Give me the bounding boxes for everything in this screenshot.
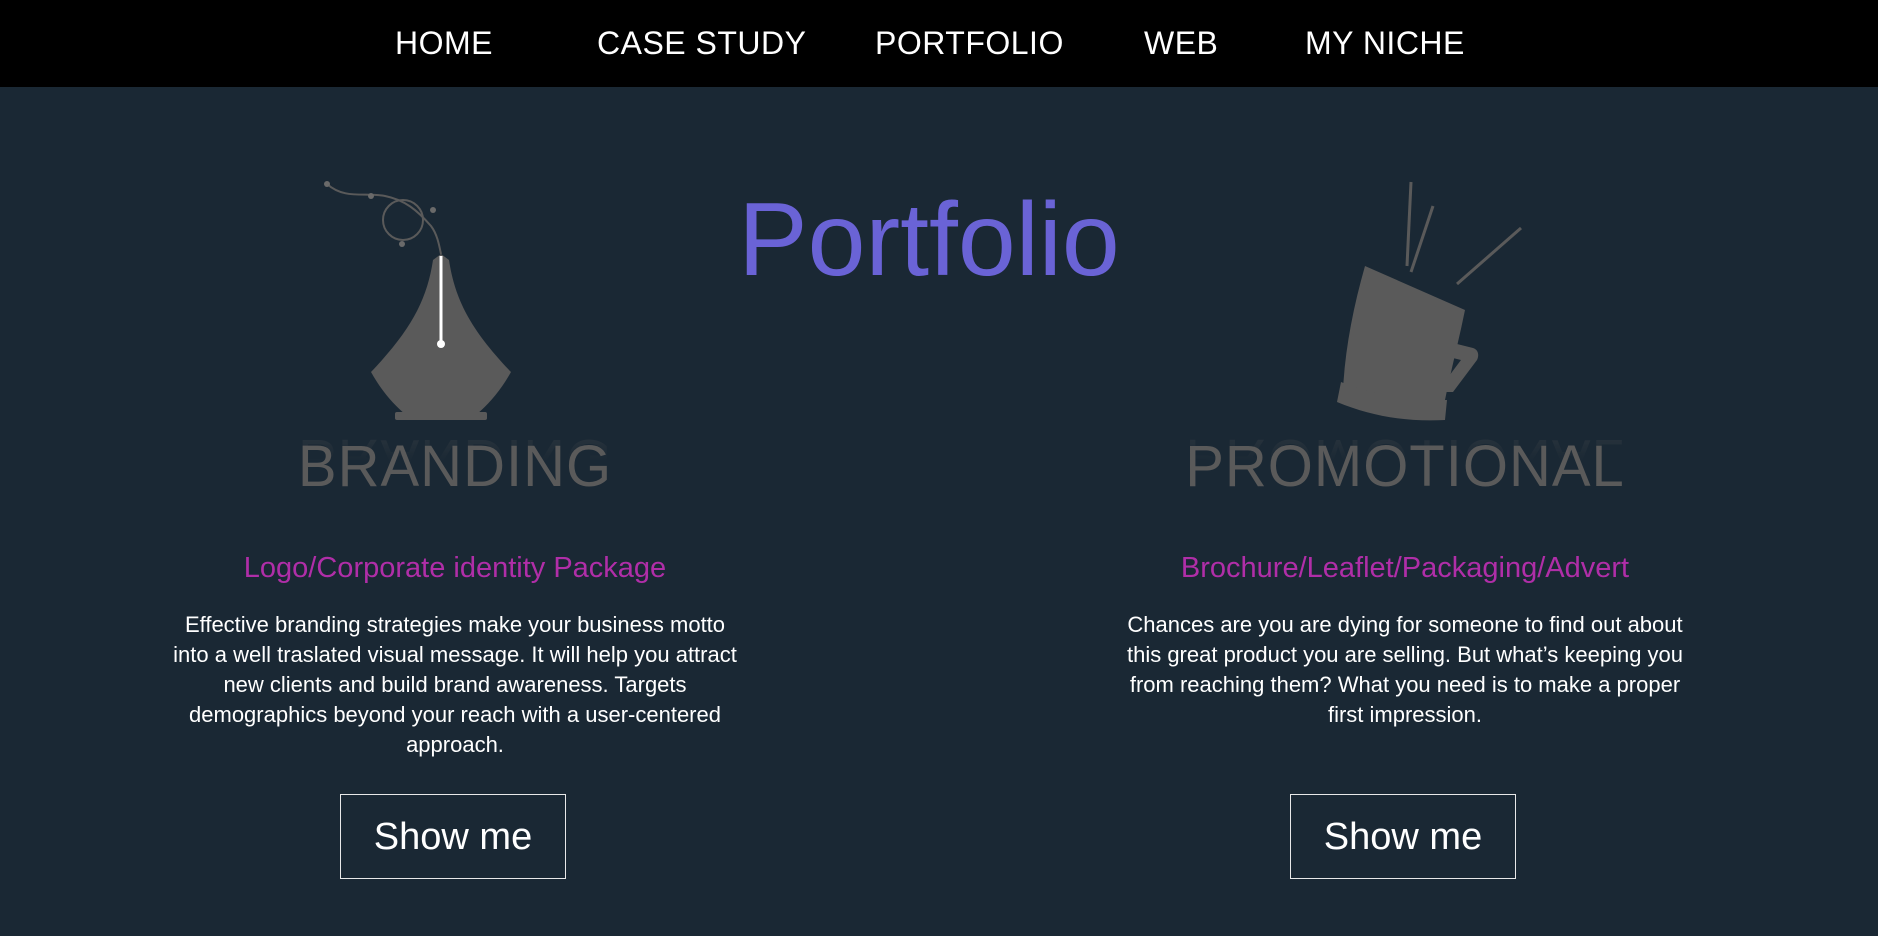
branding-section: BRANDING BRANDING Logo/Corporate identit… — [155, 170, 755, 910]
promotional-description: Chances are you are dying for someone to… — [1126, 612, 1684, 727]
top-navigation: HOME CASE STUDY PORTFOLIO WEB MY NICHE — [0, 0, 1878, 87]
branding-show-me-button[interactable]: Show me — [340, 794, 566, 879]
pen-nib-icon — [155, 170, 755, 430]
promotional-subtitle: Brochure/Leaflet/Packaging/Advert — [1180, 552, 1630, 584]
promotional-section: PROMOTIONAL PROMOTIONAL Brochure/Leaflet… — [1105, 170, 1705, 910]
promotional-show-me-button[interactable]: Show me — [1290, 794, 1516, 879]
nav-item-home[interactable]: HOME — [395, 20, 493, 66]
megaphone-icon — [1105, 170, 1705, 430]
nav-item-portfolio[interactable]: PORTFOLIO — [875, 20, 1064, 66]
branding-heading-reflection: BRANDING — [297, 427, 613, 492]
branding-subtitle: Logo/Corporate identity Package — [243, 552, 667, 584]
promotional-heading-reflection: PROMOTIONAL — [1185, 427, 1625, 492]
nav-item-my-niche[interactable]: MY NICHE — [1305, 20, 1465, 66]
branding-description: Effective branding strategies make your … — [173, 612, 737, 757]
nav-item-case-study[interactable]: CASE STUDY — [597, 20, 806, 66]
nav-item-web[interactable]: WEB — [1144, 20, 1218, 66]
